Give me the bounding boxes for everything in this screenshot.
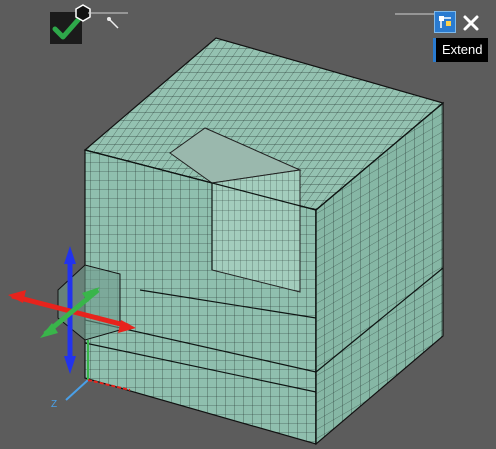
3d-viewport[interactable]: Z (0, 0, 496, 449)
toolbar-line (395, 13, 435, 15)
z-axis-label: Z (51, 399, 58, 410)
extend-tool-icon (439, 16, 451, 28)
close-icon[interactable] (461, 13, 481, 33)
selected-mesh-block (57, 264, 121, 341)
mesh-canvas (8, 37, 445, 446)
pin-icon[interactable] (104, 14, 122, 32)
extend-tool-button[interactable] (434, 11, 456, 33)
mesh-cavity-wall (211, 169, 301, 293)
extend-tooltip: Extend (433, 38, 489, 62)
